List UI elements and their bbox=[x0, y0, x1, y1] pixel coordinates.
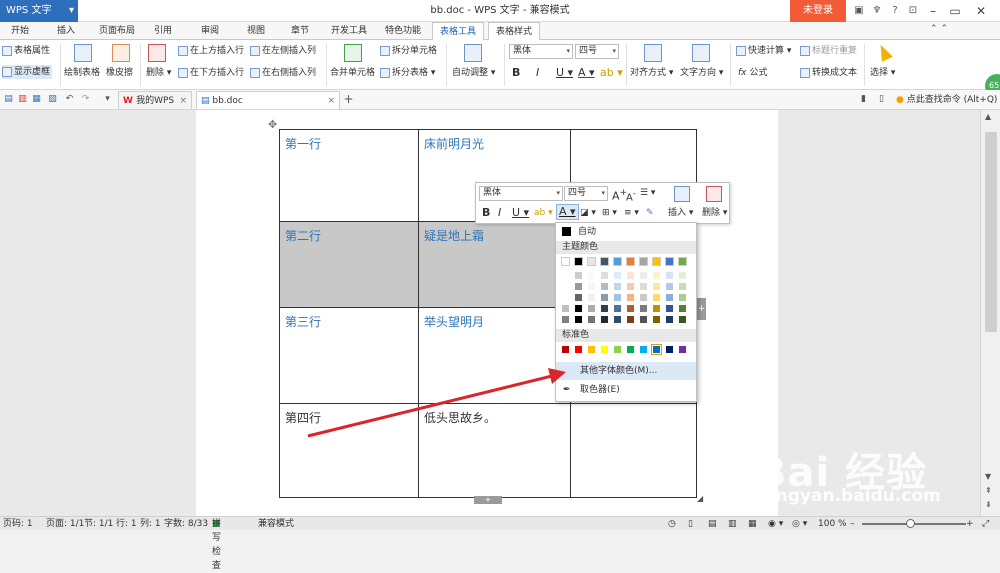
scroll-up-icon[interactable]: ▲ bbox=[985, 112, 991, 121]
zoom-level[interactable]: 100 % bbox=[818, 517, 847, 531]
fit-page-icon[interactable]: ⤢ bbox=[982, 517, 989, 531]
status-word-count[interactable]: 字数: 8/33 bbox=[164, 517, 208, 531]
status-page: 页码: 1 bbox=[3, 519, 33, 529]
prev-page-icon[interactable]: ⇞ bbox=[985, 486, 992, 495]
status-pages: 页面: 1/1 bbox=[46, 519, 85, 529]
history-icon[interactable]: ◷ bbox=[668, 517, 676, 531]
status-section: 节: 1/1 bbox=[84, 519, 114, 529]
scroll-down-icon[interactable]: ▼ bbox=[985, 472, 991, 481]
status-row: 行: 1 bbox=[116, 519, 137, 529]
zoom-in-icon[interactable]: + bbox=[966, 517, 974, 531]
read-mode-icon[interactable]: ▯ bbox=[688, 517, 693, 531]
eye-protect-icon[interactable]: ◉ ▾ bbox=[768, 517, 783, 531]
status-col: 列: 1 bbox=[140, 519, 161, 529]
baidu-watermark-url: jingyan.baidu.com bbox=[764, 486, 941, 506]
next-page-icon[interactable]: ⇟ bbox=[985, 500, 992, 509]
web-view-icon[interactable]: ▦ bbox=[748, 517, 757, 531]
zoom-slider-thumb[interactable] bbox=[906, 519, 915, 528]
page-view-icon[interactable]: ▤ bbox=[708, 517, 717, 531]
outline-view-icon[interactable]: ▥ bbox=[728, 517, 737, 531]
status-bar: 页码: 1 页面: 1/1 节: 1/1 行: 1 列: 1 字数: 8/33 … bbox=[0, 516, 1000, 571]
theme-icon[interactable]: ◎ ▾ bbox=[792, 517, 807, 531]
scroll-thumb[interactable] bbox=[985, 132, 997, 332]
zoom-out-icon[interactable]: – bbox=[850, 517, 855, 531]
vertical-scrollbar[interactable]: ▲ ▼ ⇞ ⇟ bbox=[980, 110, 1000, 516]
status-compat-mode: 兼容模式 bbox=[258, 519, 295, 529]
